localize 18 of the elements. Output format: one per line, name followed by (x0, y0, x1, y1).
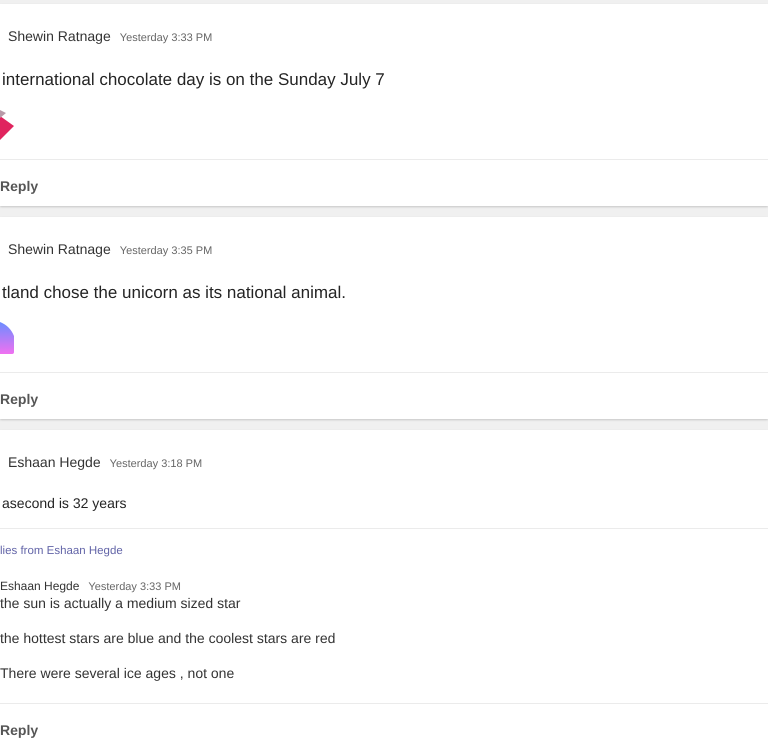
reply-text: the hottest stars are blue and the coolest stars are red (0, 629, 336, 647)
message-text: asecond is 32 years (1, 494, 128, 513)
reply-button[interactable]: Reply (0, 722, 38, 739)
message-text: international chocolate day is on the Sunday July 7 (1, 69, 386, 90)
timestamp: Yesterday 3:18 PM (110, 458, 202, 470)
reply-text: the sun is actually a medium sized star (0, 594, 242, 612)
author-name: Eshaan Hegde (0, 579, 80, 593)
author-name: Shewin Ratnage (8, 28, 111, 44)
reply-button[interactable]: Reply (0, 178, 38, 195)
timestamp: Yesterday 3:33 PM (120, 32, 212, 44)
reply-button[interactable]: Reply (0, 391, 38, 408)
timestamp: Yesterday 3:35 PM (120, 245, 212, 257)
reply-text: There were several ice ages , not one (0, 664, 236, 682)
replies-link[interactable]: lies from Eshaan Hegde (0, 545, 123, 557)
timestamp: Yesterday 3:33 PM (88, 581, 181, 593)
author-name: Eshaan Hegde (8, 454, 101, 470)
author-name: Shewin Ratnage (8, 241, 111, 257)
message-text: tland chose the unicorn as its national animal. (1, 282, 347, 303)
